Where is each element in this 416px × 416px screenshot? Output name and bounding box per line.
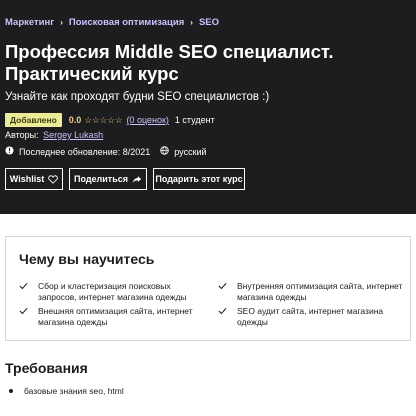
chevron-right-icon: ›: [190, 18, 193, 27]
check-icon: [19, 281, 29, 293]
last-updated: Последнее обновление: 8/2021: [19, 146, 151, 157]
wishlist-label: Wishlist: [9, 174, 45, 184]
learn-item-text: Внутренняя оптимизация сайта, интернет м…: [237, 281, 403, 302]
status-badge: Добавлено: [5, 113, 62, 127]
rating-stars: ☆ ☆ ☆ ☆ ☆: [84, 114, 123, 125]
check-icon: [19, 306, 29, 318]
meta-row: Последнее обновление: 8/2021 русский: [5, 146, 207, 157]
learn-item-text: Сбор и кластеризация поисковых запросов,…: [38, 281, 187, 302]
learn-title: Чему вы научитесь: [19, 251, 155, 267]
share-label: Поделиться: [73, 174, 128, 184]
star-outline-icon: ☆: [114, 114, 123, 125]
check-icon: [218, 306, 228, 318]
check-icon: [218, 281, 228, 293]
learn-item: Внешняя оптимизация сайта, интернет мага…: [19, 306, 204, 328]
learn-item: SEO аудит сайта, интернет магазина одежд…: [218, 306, 403, 328]
course-subtitle: Узнайте как проходят будни SEO специалис…: [5, 91, 270, 103]
requirements-title: Требования: [5, 360, 88, 376]
gift-label: Подарить этот курс: [155, 174, 243, 184]
chevron-right-icon: ›: [60, 18, 63, 27]
authors-label: Авторы:: [5, 130, 39, 140]
breadcrumb-seo-optimization[interactable]: Поисковая оптимизация: [69, 17, 184, 28]
breadcrumb-seo[interactable]: SEO: [199, 17, 219, 28]
author-link[interactable]: Sergey Lukash: [43, 130, 103, 140]
authors-row: Авторы: Sergey Lukash: [5, 130, 103, 140]
bullet-icon: [9, 389, 13, 393]
course-title: Профессия Middle SEO специалист. Практич…: [5, 41, 334, 84]
star-outline-icon: ☆: [84, 114, 92, 125]
learn-item: Внутренняя оптимизация сайта, интернет м…: [218, 281, 403, 303]
breadcrumb-marketing[interactable]: Маркетинг: [5, 17, 54, 28]
learn-item: Сбор и кластеризация поисковых запросов,…: [19, 281, 204, 303]
ratings-count-link[interactable]: (0 оценок): [126, 115, 168, 125]
learn-item-text: SEO аудит сайта, интернет магазина одежд…: [237, 306, 384, 327]
star-outline-icon: ☆: [107, 114, 115, 125]
breadcrumb: Маркетинг › Поисковая оптимизация › SEO: [5, 17, 219, 28]
what-you-will-learn: Чему вы научитесь Сбор и кластеризация п…: [5, 236, 411, 341]
star-outline-icon: ☆: [91, 114, 100, 125]
course-language: русский: [174, 146, 207, 157]
wishlist-button[interactable]: Wishlist: [5, 168, 63, 190]
star-outline-icon: ☆: [99, 114, 108, 125]
action-buttons: Wishlist Поделиться Подарить этот курс: [5, 168, 251, 190]
gift-course-button[interactable]: Подарить этот курс: [153, 168, 245, 190]
rating-value: 0.0: [68, 115, 82, 125]
heart-icon: [48, 174, 59, 184]
share-button[interactable]: Поделиться: [69, 168, 147, 190]
requirement-text: базовые знания seo, html: [24, 386, 124, 396]
globe-icon: [160, 146, 169, 157]
course-header: Маркетинг › Поисковая оптимизация › SEO …: [0, 0, 416, 214]
rating-row: Добавлено 0.0 ☆ ☆ ☆ ☆ ☆ (0 оценок) 1 сту…: [5, 113, 215, 127]
learn-item-text: Внешняя оптимизация сайта, интернет мага…: [38, 306, 193, 327]
share-arrow-icon: [132, 175, 142, 184]
students-count: 1 студент: [174, 115, 215, 125]
requirement-item: базовые знания seo, html: [9, 386, 124, 396]
alert-circle-icon: [5, 146, 14, 157]
